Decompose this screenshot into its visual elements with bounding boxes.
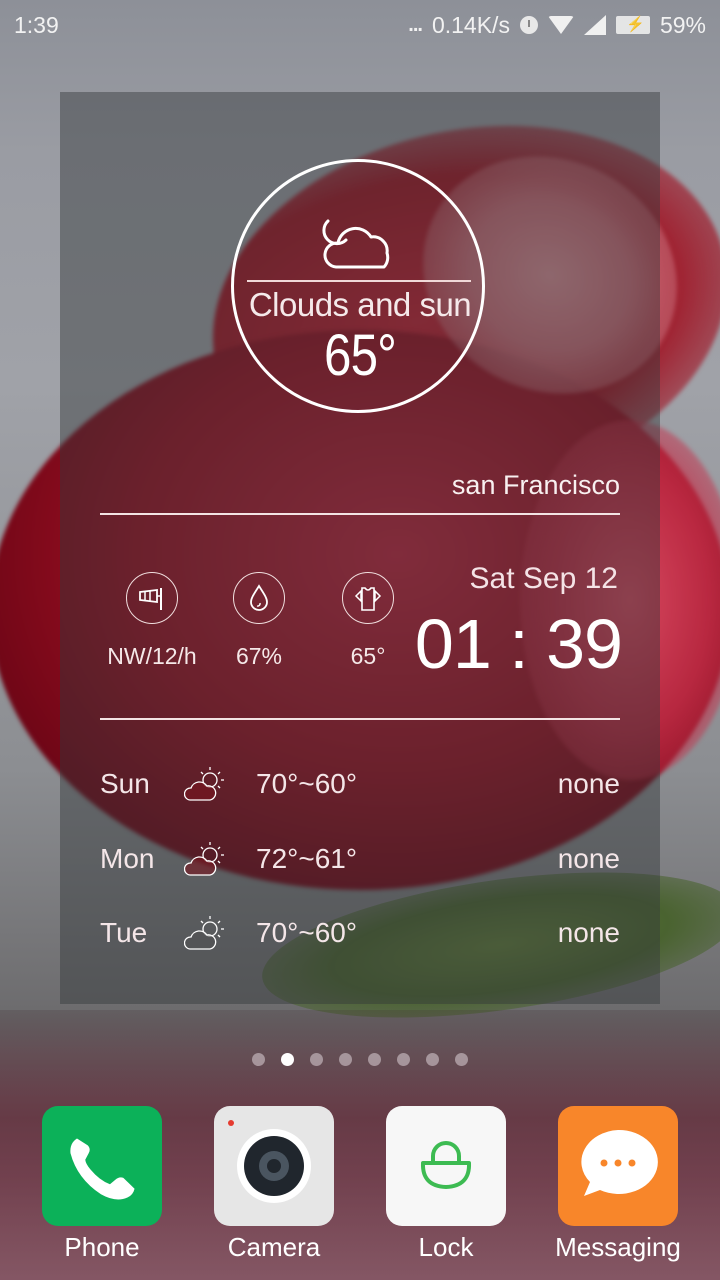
forecast-row: Mon 72°~61° none — [100, 842, 620, 883]
wifi-icon — [547, 16, 574, 34]
tshirt-feels-like-icon — [342, 572, 394, 624]
wind-stat: NW/12/h — [102, 572, 202, 670]
forecast-precip: none — [557, 917, 620, 948]
status-time: 1:39 — [14, 11, 59, 38]
more-notifications-icon: ... — [408, 13, 423, 36]
phone-icon[interactable] — [42, 1106, 162, 1226]
forecast-precip: none — [557, 843, 620, 874]
humidity-drop-icon — [233, 572, 285, 624]
page-dot[interactable] — [252, 1053, 265, 1066]
feels-like-value: 65° — [350, 643, 386, 669]
messaging-icon[interactable] — [558, 1106, 678, 1226]
status-icons: ... 0.14K/s ⚡ 59% — [408, 12, 706, 39]
page-dot[interactable] — [426, 1053, 439, 1066]
app-label: Phone — [64, 1232, 140, 1262]
dock: Phone Camera Lock Messaging — [0, 1106, 720, 1280]
page-dot[interactable] — [368, 1053, 381, 1066]
city-name[interactable]: san Francisco — [452, 470, 620, 501]
page-dot[interactable] — [397, 1053, 410, 1066]
partly-cloudy-icon — [184, 767, 224, 801]
app-messaging[interactable]: Messaging — [538, 1106, 698, 1263]
app-label: Messaging — [555, 1232, 681, 1262]
forecast-day: Sun — [100, 768, 150, 799]
weather-condition: Clouds and sun — [248, 286, 472, 323]
battery-charging-icon: ⚡ — [615, 16, 650, 34]
forecast-day: Mon — [100, 843, 155, 874]
forecast-row: Tue 70°~60° none — [100, 916, 620, 957]
cell-signal-icon — [583, 15, 606, 35]
app-label: Lock — [418, 1232, 474, 1262]
partly-cloudy-icon — [184, 842, 224, 876]
feels-like-stat: 65° — [318, 572, 418, 670]
page-dot-active[interactable] — [281, 1053, 294, 1066]
battery-percent: 59% — [659, 11, 706, 38]
windsock-icon — [126, 572, 178, 624]
network-speed: 0.14K/s — [431, 11, 510, 38]
wind-value: NW/12/h — [107, 643, 197, 669]
forecast-day: Tue — [100, 917, 148, 948]
camera-icon[interactable] — [214, 1106, 334, 1226]
app-label: Camera — [227, 1232, 321, 1262]
page-dot[interactable] — [339, 1053, 352, 1066]
app-lock[interactable]: Lock — [366, 1106, 526, 1263]
partly-cloudy-icon — [184, 916, 224, 950]
page-dot[interactable] — [455, 1053, 468, 1066]
forecast-range: 72°~61° — [256, 843, 358, 874]
humidity-stat: 67% — [209, 572, 309, 670]
date: Sat Sep 12 — [469, 562, 618, 595]
current-temperature: 65° — [323, 323, 397, 388]
forecast-precip: none — [557, 768, 620, 799]
moon-cloud-icon — [322, 219, 390, 269]
weather-widget[interactable]: Clouds and sun 65° san Francisco NW/12/h… — [60, 92, 660, 1004]
clock[interactable]: 01 : 39 — [415, 604, 623, 684]
app-phone[interactable]: Phone — [22, 1106, 182, 1263]
forecast-range: 70°~60° — [256, 768, 358, 799]
humidity-value: 67% — [235, 643, 283, 669]
camera-indicator-dot — [228, 1120, 234, 1126]
status-bar: 1:39 ... 0.14K/s ⚡ 59% — [0, 0, 720, 50]
forecast-row: Sun 70°~60° none — [100, 767, 620, 808]
page-indicator — [0, 1053, 720, 1066]
lock-icon[interactable] — [386, 1106, 506, 1226]
alarm-icon — [519, 16, 538, 34]
forecast-range: 70°~60° — [256, 917, 358, 948]
circle-divider — [247, 280, 471, 282]
divider — [100, 513, 620, 515]
divider — [100, 718, 620, 720]
page-dot[interactable] — [310, 1053, 323, 1066]
app-camera[interactable]: Camera — [194, 1106, 354, 1263]
